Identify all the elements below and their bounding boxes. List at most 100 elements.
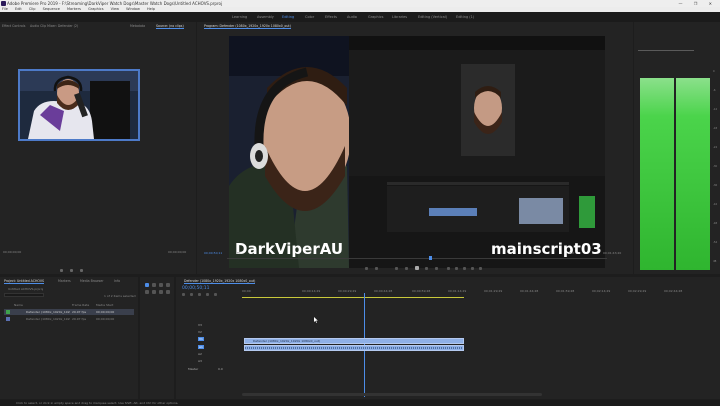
video-clip-label: Defender (1080x_1920x_1920x 1080x0_out) <box>253 339 321 343</box>
menu-sequence[interactable]: Sequence <box>43 7 60 11</box>
ruler-label: 00;00;44;28 <box>374 289 393 293</box>
program-frame-image <box>229 36 605 268</box>
workspace-color[interactable]: Color <box>305 15 314 19</box>
workspace-libraries[interactable]: Libraries <box>392 15 407 19</box>
selection-tool-icon[interactable] <box>145 283 149 287</box>
menu-window[interactable]: Window <box>126 7 140 11</box>
step-forward-icon[interactable] <box>435 267 438 270</box>
audio-waveform <box>245 347 463 349</box>
program-video[interactable]: DarkViperAU mainscript03 <box>229 36 605 268</box>
track-select-tool-icon[interactable] <box>152 283 156 287</box>
wrench-icon[interactable] <box>214 293 217 296</box>
export-frame-icon[interactable] <box>463 267 466 270</box>
meter-scale: 0 -6 -12 -18 -24 -30 -36 -42 -48 -54 dB <box>713 70 719 270</box>
tab-media-browser[interactable]: Media Browser <box>80 279 104 283</box>
workspace-graphics[interactable]: Graphics <box>368 15 383 19</box>
track-v2-label[interactable]: V2 <box>198 330 202 334</box>
workspace-audio[interactable]: Audio <box>347 15 357 19</box>
mark-in-icon[interactable] <box>365 267 368 270</box>
meter-db-label: -6 <box>713 89 716 92</box>
rewind-icon[interactable] <box>405 267 408 270</box>
razor-icon[interactable] <box>166 283 170 287</box>
timeline-scrollbar[interactable] <box>242 393 542 396</box>
adobe-logo-icon <box>1 1 6 6</box>
linked-selection-icon[interactable] <box>190 293 193 296</box>
track-v3-label[interactable]: V3 <box>198 323 202 327</box>
timeline-ruler[interactable]: 00;00 00;00;14;29 00;00;29;29 00;00;44;2… <box>242 289 718 297</box>
settings-icon[interactable] <box>479 267 482 270</box>
track-v1-label[interactable]: V1 <box>198 337 204 341</box>
column-media-start[interactable]: Media Start <box>96 303 113 307</box>
forward-icon[interactable] <box>425 267 428 270</box>
meter-db-label: 0 <box>713 70 715 73</box>
step-back-icon[interactable] <box>395 267 398 270</box>
workspace-assembly[interactable]: Assembly <box>257 15 274 19</box>
tab-metadata[interactable]: Metadata <box>130 24 145 28</box>
source-step-forward-icon[interactable] <box>80 269 83 272</box>
tab-source[interactable]: Source: (no clips) <box>156 24 184 29</box>
marker-icon[interactable] <box>206 293 209 296</box>
quality-select[interactable]: Full <box>569 251 574 255</box>
project-item-start: 00;00;00;00 <box>96 317 115 321</box>
ripple-edit-tool-icon[interactable] <box>159 283 163 287</box>
tab-audio-clip-mixer[interactable]: Audio Clip Mixer: Defender (2) <box>30 24 78 28</box>
program-duration: 00;01;43;20 <box>603 251 622 255</box>
menu-help[interactable]: Help <box>147 7 155 11</box>
source-step-back-icon[interactable] <box>60 269 63 272</box>
project-panel: Project: Untitled ACHOVS Markers Media B… <box>0 277 138 399</box>
menu-file[interactable]: File <box>2 7 8 11</box>
work-area-bar[interactable] <box>242 297 464 298</box>
timeline-timecode[interactable]: 00;00;50;11 <box>182 286 209 291</box>
workspace-editing[interactable]: Editing <box>282 15 294 19</box>
menu-edit[interactable]: Edit <box>15 7 22 11</box>
tab-markers[interactable]: Markers <box>58 279 71 283</box>
menu-markers[interactable]: Markers <box>67 7 81 11</box>
tab-program[interactable]: Program: Defender (1080x_1920x_1920x 108… <box>204 24 291 29</box>
menu-view[interactable]: View <box>111 7 119 11</box>
project-item-fps: 29.97 fps <box>72 310 87 314</box>
column-name[interactable]: Name <box>14 303 23 307</box>
mark-out-icon[interactable] <box>375 267 378 270</box>
column-frame-rate[interactable]: Frame Rate <box>72 303 89 307</box>
snap-icon[interactable] <box>182 293 185 296</box>
video-clip[interactable]: Defender (1080x_1920x_1920x 1080x0_out) <box>244 338 464 344</box>
tab-timeline[interactable]: Defender (1080x_1920x_1920x 1080x0_out) <box>184 279 256 284</box>
extract-icon[interactable] <box>455 267 458 270</box>
menu-graphics[interactable]: Graphics <box>88 7 103 11</box>
workspace-learning[interactable]: Learning <box>232 15 247 19</box>
workspace-bar: Learning Assembly Editing Color Effects … <box>0 12 720 22</box>
tab-effect-controls[interactable]: Effect Controls <box>2 24 25 28</box>
track-a3-label[interactable]: A3 <box>198 359 202 363</box>
slip-tool-icon[interactable] <box>145 290 149 294</box>
lift-icon[interactable] <box>447 267 450 270</box>
workspace-editing-vertical[interactable]: Editing (Vertical) <box>418 15 447 19</box>
track-a2-label[interactable]: A2 <box>198 352 202 356</box>
window-controls[interactable]: — ❐ ✕ <box>679 0 717 7</box>
add-marker-icon[interactable] <box>198 293 201 296</box>
workspace-editing-1[interactable]: Editing (1) <box>456 15 474 19</box>
compare-icon[interactable] <box>471 267 474 270</box>
master-volume-value[interactable]: 0.0 <box>218 367 223 371</box>
menu-clip[interactable]: Clip <box>29 7 36 11</box>
program-playhead[interactable] <box>429 256 432 260</box>
program-scrubber[interactable] <box>227 258 607 259</box>
tab-info[interactable]: Info <box>114 279 120 283</box>
project-search-input[interactable] <box>4 293 44 297</box>
list-item[interactable]: Defender (1080x_1920x_1920x 1080x0_out) … <box>4 309 134 315</box>
workspace-effects[interactable]: Effects <box>325 15 337 19</box>
meter-divider <box>638 50 694 51</box>
program-timecode[interactable]: 00;00;50;11 <box>204 251 222 255</box>
source-play-icon[interactable] <box>70 269 73 272</box>
list-item[interactable]: Defender (1080x_1920x_1920x 1080x0).mp4 … <box>4 316 134 322</box>
audio-clip[interactable] <box>244 345 464 351</box>
tab-project[interactable]: Project: Untitled ACHOVS <box>4 279 45 284</box>
video-clip-icon <box>6 317 10 321</box>
hand-tool-icon[interactable] <box>159 290 163 294</box>
type-tool-icon[interactable] <box>166 290 170 294</box>
track-a1-label[interactable]: A1 <box>198 345 204 349</box>
play-icon[interactable] <box>415 266 419 270</box>
overlay-name-left: DarkViperAU <box>235 240 344 258</box>
fit-select[interactable]: Fit <box>237 251 241 255</box>
ruler-label: 00;02;44;28 <box>664 289 683 293</box>
pen-tool-icon[interactable] <box>152 290 156 294</box>
